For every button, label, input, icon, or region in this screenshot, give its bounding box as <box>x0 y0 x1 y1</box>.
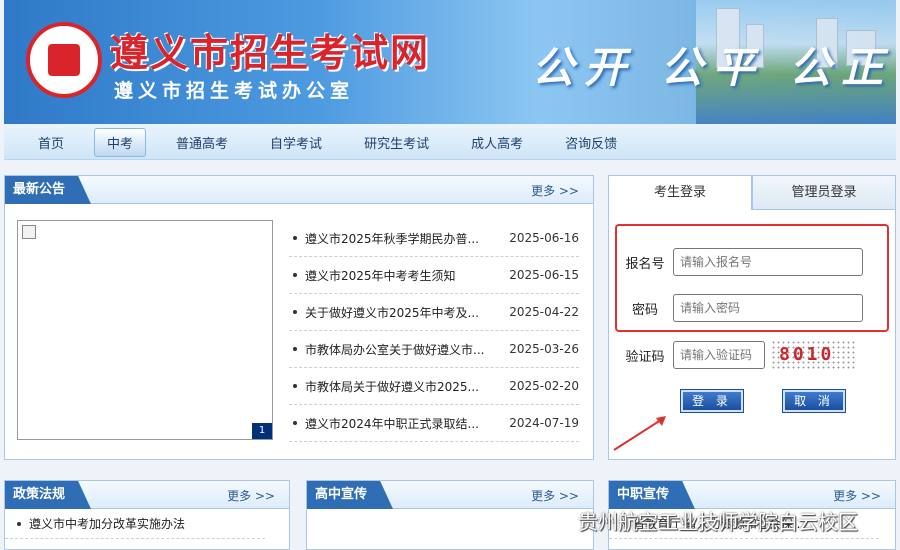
nav-item-graduate[interactable]: 研究生考试 <box>352 129 441 156</box>
list-item[interactable]: 遵义市2025年秋季学期民办普... 2025-06-16 <box>289 220 579 257</box>
broken-image-icon <box>22 225 36 239</box>
bullet-icon <box>293 421 297 425</box>
cancel-button[interactable]: 取 消 <box>782 389 846 413</box>
captcha-row: 验证码 8010 <box>617 340 857 370</box>
site-title: 遵义市招生考试网 <box>110 30 431 75</box>
password-label: 密码 <box>631 302 658 318</box>
list-item[interactable]: 关于做好遵义市2025年中考及... 2025-04-22 <box>289 294 579 331</box>
main-nav: 首页 中考 普通高考 自学考试 研究生考试 成人高考 咨询反馈 <box>4 124 896 160</box>
list-item[interactable]: 遵义市2025年中考考生须知 2025-06-15 <box>289 257 579 294</box>
login-tabs: 考生登录 管理员登录 <box>609 176 895 210</box>
policy-title: 政策法规 <box>5 481 92 509</box>
arrow-icon <box>613 416 666 451</box>
nav-item-self-study[interactable]: 自学考试 <box>258 129 334 156</box>
slogan: 公开 公平 公正 <box>532 43 894 92</box>
vocational-header: 中职宣传 更多 >> <box>609 481 895 509</box>
announcements-title: 最新公告 <box>5 176 92 204</box>
announcements-panel: 最新公告 更多 >> 1 遵义市2025年秋季学期民办普... 2025-06-1… <box>4 175 594 460</box>
reg-number-row: 报名号 <box>617 248 863 276</box>
announcement-list: 遵义市2025年秋季学期民办普... 2025-06-16 遵义市2025年中考考… <box>289 220 579 442</box>
highschool-title: 高中宣传 <box>307 481 394 509</box>
bullet-icon <box>293 236 297 240</box>
password-input[interactable] <box>673 294 863 322</box>
nav-item-adult[interactable]: 成人高考 <box>459 129 535 156</box>
logo-emblem <box>26 22 102 98</box>
list-item[interactable]: 遵义市中考加分改革实施办法 <box>5 509 265 539</box>
site-subtitle: 遵义市招生考试办公室 <box>114 80 355 102</box>
bullet-icon <box>293 310 297 314</box>
bullet-icon <box>293 273 297 277</box>
watermark: 贵州航空工业技师学院白云校区 <box>578 510 858 534</box>
nav-item-feedback[interactable]: 咨询反馈 <box>553 129 629 156</box>
news-slideshow[interactable]: 1 <box>17 220 273 440</box>
policy-more-link[interactable]: 更多 >> <box>227 487 275 504</box>
policy-header: 政策法规 更多 >> <box>5 481 289 509</box>
captcha-image[interactable]: 8010 <box>771 340 857 370</box>
list-item[interactable]: 遵义市2024年中职正式录取结... 2024-07-19 <box>289 405 579 442</box>
captcha-input[interactable] <box>673 341 765 369</box>
nav-item-home[interactable]: 首页 <box>26 129 76 156</box>
bullet-icon <box>17 521 21 526</box>
bullet-icon <box>293 384 297 388</box>
announcements-more-link[interactable]: 更多 >> <box>531 182 579 199</box>
nav-item-gaokao[interactable]: 普通高考 <box>164 129 240 156</box>
tab-student-login[interactable]: 考生登录 <box>609 176 752 210</box>
list-item[interactable]: 市教体局办公室关于做好遵义市... 2025-03-26 <box>289 331 579 368</box>
tab-admin-login[interactable]: 管理员登录 <box>752 176 895 210</box>
nav-item-zhongkao[interactable]: 中考 <box>94 127 147 157</box>
list-item[interactable]: 市教体局关于做好遵义市2025... 2025-02-20 <box>289 368 579 405</box>
password-row: 密码 <box>617 294 863 322</box>
login-button[interactable]: 登 录 <box>680 389 744 413</box>
vocational-more-link[interactable]: 更多 >> <box>833 487 881 504</box>
highschool-more-link[interactable]: 更多 >> <box>531 487 579 504</box>
reg-number-label: 报名号 <box>625 256 665 272</box>
slideshow-pager[interactable]: 1 <box>252 423 272 439</box>
header-banner: 遵义市招生考试网 遵义市招生考试办公室 公开 公平 公正 <box>4 0 896 124</box>
vocational-title: 中职宣传 <box>609 481 696 509</box>
captcha-label: 验证码 <box>625 349 665 365</box>
highschool-header: 高中宣传 更多 >> <box>307 481 593 509</box>
policy-panel: 政策法规 更多 >> 遵义市中考加分改革实施办法 <box>4 480 290 550</box>
highschool-panel: 高中宣传 更多 >> <box>306 480 594 550</box>
announcements-header: 最新公告 更多 >> <box>5 176 593 204</box>
bullet-icon <box>293 347 297 351</box>
reg-number-input[interactable] <box>673 248 863 276</box>
